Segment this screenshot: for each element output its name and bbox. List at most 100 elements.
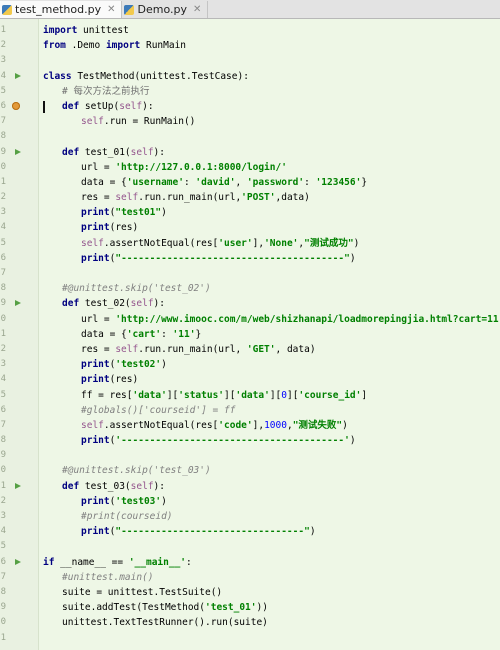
code-line[interactable]: 9 [0,448,500,463]
code-token: .run.run_main(url, [138,192,242,204]
code-token: 'username' [126,176,184,188]
line-number: 9 [0,298,6,309]
code-line[interactable]: 0 #@unittest.skip('test_03') [0,463,500,478]
code-line[interactable]: 9 def test_01(self): [0,145,500,160]
code-line[interactable]: 2 res = self.run.run_main(url,'POST',data… [0,190,500,205]
code-line[interactable]: 1 [0,631,500,646]
code-line[interactable]: 1 def test_03(self): [0,479,500,494]
override-marker-icon[interactable] [12,101,20,110]
line-number: 2 [0,343,6,354]
code-token: self [119,100,143,112]
code-line[interactable]: 8 [0,129,500,144]
code-token: , [235,176,247,188]
code-line[interactable]: 6 if __name__ == '__main__': [0,555,500,570]
code-token: print [81,526,110,538]
code-editor[interactable]: 1 import unittest 2 from .Demo import RunMa… [0,19,500,650]
code-line[interactable]: 7 [0,266,500,281]
code-line[interactable]: 2 res = self.run.run_main(url, 'GET', dat… [0,342,500,357]
code-token: print [81,207,110,219]
code-line[interactable]: 3 [0,53,500,68]
code-line[interactable]: 6 print("--------------------------------… [0,251,500,266]
code-line[interactable]: 4 print(res) [0,220,500,235]
code-line[interactable]: 2 from .Demo import RunMain [0,38,500,53]
code-text: data = {'username': 'david', 'password':… [81,175,367,190]
code-text: #@unittest.skip('test_03') [62,463,211,478]
code-text: if __name__ == '__main__': [43,555,192,570]
code-line[interactable]: 3 print('test02') [0,357,500,372]
code-line[interactable]: 3 #print(courseid) [0,509,500,524]
line-number: 9 [0,146,6,157]
code-line[interactable]: 0 unittest.TextTestRunner().run(suite) [0,615,500,630]
tab-label: Demo.py [137,3,187,16]
code-token: print [81,435,110,447]
line-number: 9 [0,450,6,461]
code-token: 'cart' [126,328,162,340]
line-number: 5 [0,389,6,400]
code-text: def test_02(self): [62,296,165,311]
code-token: : [161,328,173,340]
line-number: 9 [0,602,6,613]
line-number: 1 [0,25,6,35]
tab-test-method[interactable]: test_method.py ✕ [0,1,123,18]
code-text: class TestMethod(unittest.TestCase): [43,69,249,84]
line-number: 7 [0,571,6,582]
run-arrow-icon[interactable] [15,558,21,565]
code-token: )) [256,602,268,614]
code-token: 'code' [218,419,253,431]
line-number: 3 [0,511,6,521]
code-token: ): [142,100,154,112]
code-line[interactable]: 1 data = {'username': 'david', 'password'… [0,175,500,190]
code-line[interactable]: 2 print('test03') [0,494,500,509]
code-line[interactable]: 6 #globals()['courseid'] = ff [0,403,500,418]
code-line[interactable]: 5 ff = res['data']['status']['data'][0]['… [0,388,500,403]
code-line[interactable]: 4 print("--------------------------------… [0,524,500,539]
code-line[interactable]: 1 import unittest [0,23,500,38]
run-arrow-icon[interactable] [15,72,21,79]
code-line[interactable]: 5 [0,539,500,554]
code-token: 'password' [246,176,305,188]
close-icon[interactable]: ✕ [193,4,201,15]
code-line[interactable]: 9 def test_02(self): [0,296,500,311]
run-arrow-icon[interactable] [15,300,21,307]
code-token: (res) [109,222,139,234]
code-line[interactable]: 7 self.assertNotEqual(res['code'],1000,"测… [0,418,500,433]
code-text: # 每次方法之前执行 [62,84,149,99]
close-icon[interactable]: ✕ [107,4,115,15]
tab-bar: test_method.py ✕ Demo.py ✕ [0,0,500,19]
code-text: suite.addTest(TestMethod('test_01')) [62,600,268,615]
tab-demo[interactable]: Demo.py ✕ [122,1,209,18]
code-line[interactable]: 8 #@unittest.skip('test_02') [0,281,500,296]
code-token: ) [349,252,356,264]
code-line[interactable]: 5 # 每次方法之前执行 [0,84,500,99]
line-number: 1 [0,176,6,187]
code-token: def [62,480,80,492]
code-line[interactable]: 7 self.run = RunMain() [0,114,500,129]
code-token: , data) [275,343,316,355]
code-token: print [81,252,110,264]
line-number: 5 [0,541,6,552]
code-line[interactable]: 4 class TestMethod(unittest.TestCase): [0,69,500,84]
code-line[interactable]: 6 def setUp(self): [0,99,500,114]
code-token: } [361,176,368,188]
code-line[interactable]: 0 url = 'http://www.imooc.com/m/web/shizh… [0,312,500,327]
code-token: "测试成功" [304,237,354,249]
line-number: 2 [0,192,6,203]
code-token: res = [81,343,116,355]
code-line[interactable]: 1 data = {'cart': '11'} [0,327,500,342]
code-line[interactable]: 5 self.assertNotEqual(res['user'],'None',… [0,236,500,251]
line-number: 8 [0,435,6,446]
run-arrow-icon[interactable] [15,148,21,155]
code-token: 1000 [264,419,287,431]
code-line[interactable]: 9 suite.addTest(TestMethod('test_01')) [0,600,500,615]
code-token: 'test03' [115,495,162,507]
line-number: 5 [0,237,6,248]
code-token: # 每次方法之前执行 [62,85,150,97]
code-line[interactable]: 7 #unittest.main() [0,570,500,585]
code-line[interactable]: 8 print('--------------------------------… [0,433,500,448]
run-arrow-icon[interactable] [15,482,21,489]
code-line[interactable]: 3 print("test01") [0,205,500,220]
code-line[interactable]: 4 print(res) [0,372,500,387]
code-line[interactable]: 8 suite = unittest.TestSuite() [0,585,500,600]
code-token: "test01" [115,207,162,219]
code-line[interactable]: 0 url = 'http://127.0.0.1:8000/login/' [0,160,500,175]
